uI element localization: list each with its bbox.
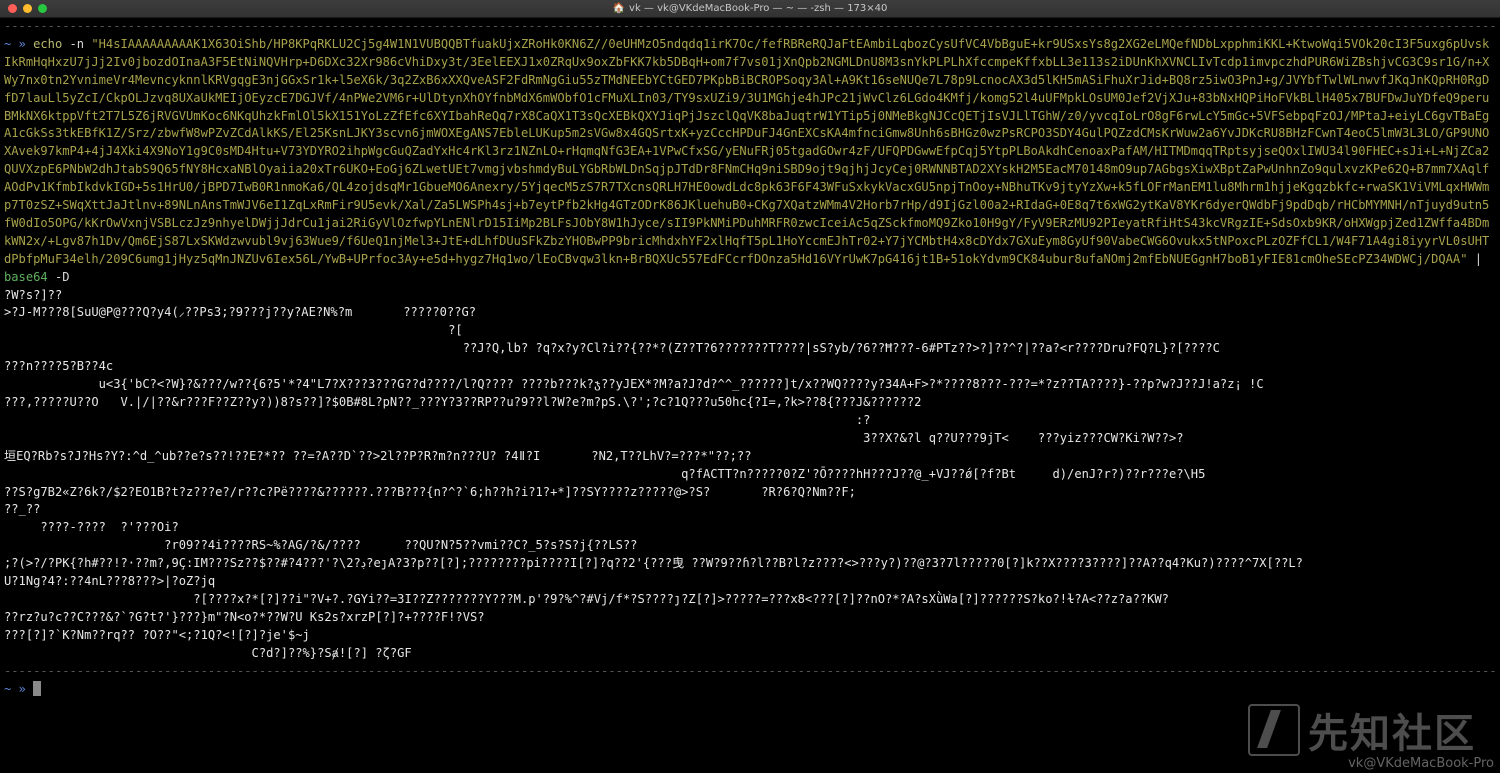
output-line: C?d?]??%}?Sⱥ![?] ?ζ?GF	[4, 645, 412, 660]
command-flag: -n	[69, 36, 85, 51]
watermark-sub: vk@VKdeMacBook-Pro	[1348, 756, 1494, 771]
output-line: ??rz?u?c??C???&?`?G?t?'}???}m"?N<o?*??W?…	[4, 609, 485, 624]
output-line: ??S?g7B2«Z?6k?/$2?EO1B?t?z???e?/r??c?Pë?…	[4, 484, 856, 499]
window-title: vk — vk@VKdeMacBook-Pro — ~ — -zsh — 173…	[629, 3, 888, 14]
output-line: u<3{'bC?<?W}?&???/w??{6?5'*?4"L7?X???3??…	[4, 377, 1264, 392]
prompt: ~ »	[4, 36, 34, 51]
title-bar[interactable]: 🏠 vk — vk@VKdeMacBook-Pro — ~ — -zsh — 1…	[0, 0, 1500, 18]
output-line: ;?(>?/?PK{?h#??!?·??m?,9Ç:IM???Sz??$??#?…	[4, 556, 1303, 571]
output-line: q?fACTT?n?????0?Z'?Ō????hH???J??@_+VJ??ǿ…	[4, 466, 1206, 481]
close-window-icon[interactable]	[8, 4, 17, 13]
separator-top: ----------------------------------------…	[4, 19, 1496, 33]
output-line: 垣EQ?Rb?s?J?Hs?Y?:^d_^ub??e?s??!??E?*?? ?…	[4, 448, 752, 463]
text-cursor	[33, 680, 42, 696]
command-line: ~ » echo -n "H4sIAAAAAAAAAK1X63OiShb/HP8…	[4, 36, 1496, 287]
separator-bottom: ----------------------------------------…	[4, 663, 1496, 678]
output-line: ??_??	[4, 502, 41, 517]
command-output: ?W?s?]?? >?J-M???8[SuU@P@???Q?y4(⸝??Ps3;?…	[4, 287, 1496, 663]
decoder-command: base64	[4, 269, 48, 284]
output-line: >?J-M???8[SuU@P@???Q?y4(⸝??Ps3;?9???j??y…	[4, 305, 477, 320]
final-prompt-line[interactable]: ~ »	[4, 680, 1496, 699]
output-line: ???,?????U??O V.|/|??&r???F??Z??y?))8?s?…	[4, 395, 922, 410]
decoder-flag: -D	[54, 269, 70, 284]
output-line: ?W?s?]??	[4, 287, 63, 302]
output-line: ??J?Q,lb? ?q?x?y?Cl?i??{??*?(Z??T?6?????…	[4, 341, 1220, 356]
terminal-content[interactable]: ----------------------------------------…	[4, 18, 1496, 773]
command-name: echo	[33, 36, 63, 51]
watermark: 先知社区	[1248, 701, 1476, 759]
output-line: U?1Ng?4?:??4nL???8???>|?oZ?jq	[4, 574, 216, 589]
window-controls	[8, 4, 47, 13]
pipe-symbol: |	[1474, 251, 1483, 266]
output-line: ?[????x?*[?]??i"?V+?.?GYi??=3I??Z???????…	[4, 591, 1169, 606]
output-line: ?r09??4i????RS~%?AG/?&/???? ??QU?N?5??vm…	[4, 538, 638, 553]
output-line: :?	[4, 412, 871, 427]
terminal-window: 🏠 vk — vk@VKdeMacBook-Pro — ~ — -zsh — 1…	[0, 0, 1500, 773]
folder-icon: 🏠	[612, 3, 626, 14]
zoom-window-icon[interactable]	[38, 4, 47, 13]
final-prompt: ~ »	[4, 681, 34, 696]
output-line: ???[?]?`K?Nm??rq?? ?O??"<;?1Q?<![?]?je'$…	[4, 627, 310, 642]
echo-argument: "H4sIAAAAAAAAAK1X63OiShb/HP8KPqRKLU2Cj5g…	[4, 36, 1490, 266]
output-line: ????-???? ?'???Oi?	[4, 520, 179, 535]
output-line: ???n????5?B??4c	[4, 359, 114, 374]
watermark-brand: 先知社区	[1308, 711, 1476, 757]
minimize-window-icon[interactable]	[23, 4, 32, 13]
output-line: 3??X?&?l q??U???9jT< ???yiz???CW?Ki?W??>…	[4, 430, 1184, 445]
output-line: ?[	[4, 323, 463, 338]
watermark-logo-icon	[1248, 704, 1300, 756]
